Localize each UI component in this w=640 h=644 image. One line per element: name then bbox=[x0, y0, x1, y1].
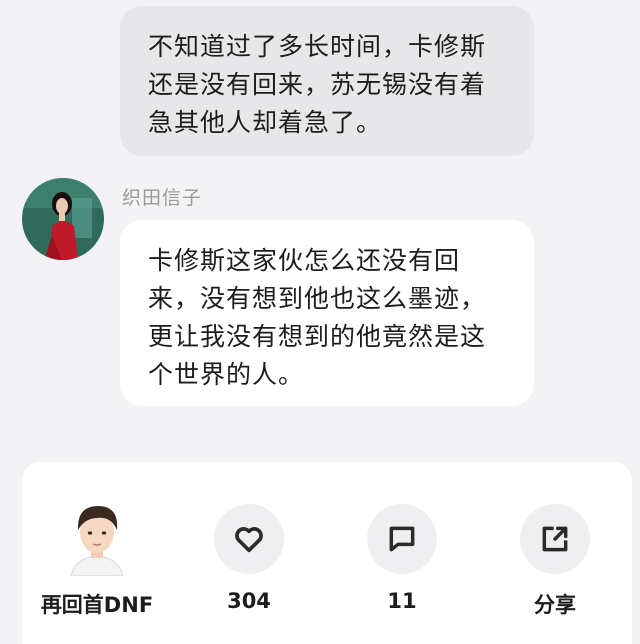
speaker-name: 织田信子 bbox=[122, 187, 203, 209]
comment-count: 11 bbox=[387, 589, 417, 613]
previous-message-bubble: 不知道过了多长时间，卡修斯 还是没有回来，苏无锡没有着 急其他人却着急了。 bbox=[120, 6, 534, 156]
message-line: 个世界的人。 bbox=[148, 360, 305, 389]
message-line: 更让我没有想到的他竟然是这 bbox=[148, 322, 487, 351]
message-line: 不知道过了多长时间，卡修斯 bbox=[148, 32, 487, 61]
author-name[interactable]: 再回首DNF bbox=[27, 589, 167, 619]
message-line: 还是没有回来，苏无锡没有着 bbox=[148, 70, 487, 99]
message-bubble: 卡修斯这家伙怎么还没有回 来，没有想到他也这么墨迹， 更让我没有想到的他竟然是这… bbox=[120, 220, 534, 406]
comment-icon bbox=[389, 526, 415, 552]
like-count: 304 bbox=[227, 589, 271, 613]
share-icon bbox=[542, 526, 568, 552]
message-line: 来，没有想到他也这么墨迹， bbox=[148, 284, 487, 313]
share-button[interactable] bbox=[520, 504, 590, 574]
message-line: 卡修斯这家伙怎么还没有回 bbox=[148, 246, 461, 275]
speaker-avatar[interactable] bbox=[22, 178, 104, 260]
message-line: 急其他人却着急了。 bbox=[148, 108, 383, 137]
heart-icon bbox=[235, 527, 263, 553]
like-button[interactable] bbox=[214, 504, 284, 574]
author-portrait-image bbox=[70, 506, 124, 577]
speaker-portrait-image bbox=[22, 178, 104, 260]
comment-button[interactable] bbox=[367, 504, 437, 574]
author-avatar[interactable] bbox=[61, 500, 133, 577]
share-label[interactable]: 分享 bbox=[485, 589, 625, 619]
